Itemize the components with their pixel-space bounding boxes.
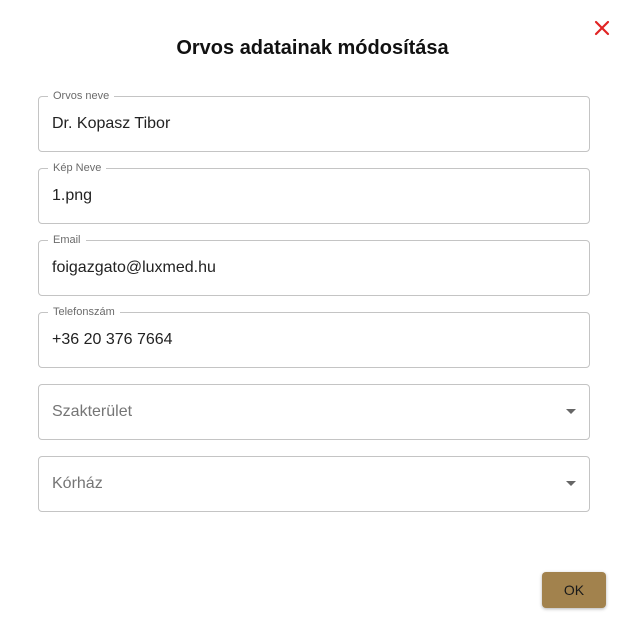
doctor-name-value[interactable]: Dr. Kopasz Tibor — [52, 97, 170, 151]
hospital-select[interactable]: Kórház — [38, 456, 590, 512]
phone-value[interactable]: +36 20 376 7664 — [52, 313, 173, 367]
ok-button[interactable]: OK — [542, 572, 606, 608]
specialty-select[interactable]: Szakterület — [38, 384, 590, 440]
chevron-down-icon — [566, 481, 576, 486]
image-name-field[interactable]: Kép Neve 1.png — [38, 161, 590, 224]
chevron-down-icon — [566, 409, 576, 414]
hospital-placeholder: Kórház — [52, 475, 103, 492]
edit-doctor-dialog: Orvos adatainak módosítása Orvos neve Dr… — [0, 0, 625, 632]
email-field[interactable]: Email foigazgato@luxmed.hu — [38, 233, 590, 296]
image-name-value[interactable]: 1.png — [52, 169, 92, 223]
doctor-name-field[interactable]: Orvos neve Dr. Kopasz Tibor — [38, 89, 590, 152]
email-value[interactable]: foigazgato@luxmed.hu — [52, 241, 216, 295]
specialty-placeholder: Szakterület — [52, 403, 133, 420]
dialog-title: Orvos adatainak módosítása — [176, 37, 449, 59]
phone-field[interactable]: Telefonszám +36 20 376 7664 — [38, 305, 590, 368]
